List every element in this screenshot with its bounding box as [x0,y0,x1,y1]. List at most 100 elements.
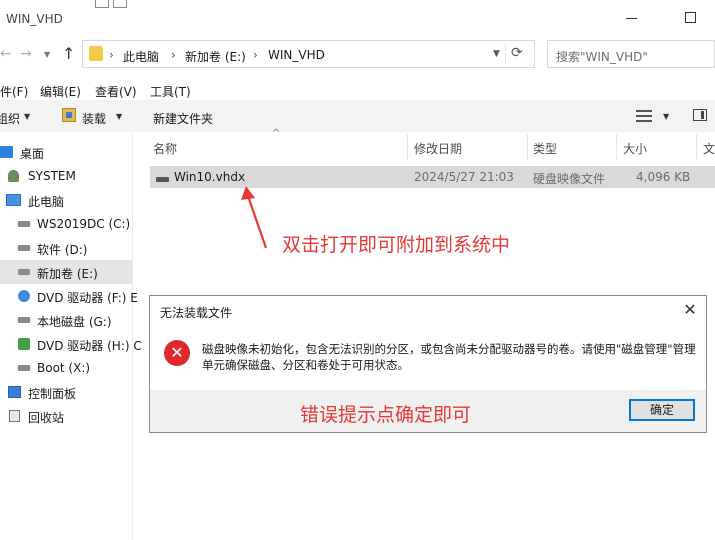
user-icon [8,170,19,182]
dvd-icon [18,338,30,350]
drive-icon [18,365,30,371]
ok-button[interactable]: 确定 [629,399,695,421]
dialog-message: 磁盘映像未初始化，包含无法识别的分区，或包含尚未分配驱动器号的卷。请使用"磁盘管… [202,342,696,372]
divider [505,44,506,64]
column-divider[interactable] [616,134,617,160]
sidebar-item-recycle-bin[interactable]: 回收站 [0,404,133,428]
column-divider[interactable] [407,134,408,160]
title-bar: WIN_VHD [0,0,715,38]
sidebar-item-label: WS2019DC (C:) [37,217,131,231]
annotation-confirm: 错误提示点确定即可 [300,404,472,426]
details-view-icon[interactable] [636,109,652,123]
annotation-double-click: 双击打开即可附加到系统中 [282,234,511,256]
column-header-size[interactable]: 大小 [623,140,647,157]
refresh-icon[interactable]: ⟳ [511,45,523,61]
sidebar-item-label: DVD 驱动器 (F:) E [37,291,138,305]
preview-pane-icon[interactable] [693,109,707,121]
sidebar-item-this-pc[interactable]: 此电脑 [0,188,133,212]
breadcrumb-win-vhd[interactable]: WIN_VHD [268,48,325,62]
mount-icon[interactable] [62,108,76,122]
sidebar-item-boot-x[interactable]: Boot (X:) [0,356,133,380]
file-type: 硬盘映像文件 [533,172,606,186]
column-divider[interactable] [696,134,697,160]
error-icon: ✕ [164,340,190,366]
menu-file[interactable]: 件(F) [0,83,28,100]
sidebar-item-drive-c[interactable]: WS2019DC (C:) [0,212,133,236]
menu-edit[interactable]: 编辑(E) [40,83,81,100]
column-header-name[interactable]: 名称 [153,140,177,157]
sidebar-item-label: 回收站 [28,411,65,425]
sidebar-item-desktop[interactable]: 桌面 [0,140,133,164]
sidebar-item-label: Boot (X:) [37,361,91,375]
sidebar-item-drive-g[interactable]: 本地磁盘 (G:) [0,308,133,332]
back-button[interactable]: ← [0,46,12,62]
sidebar-item-control-panel[interactable]: 控制面板 [0,380,133,404]
menu-tools[interactable]: 工具(T) [150,83,191,100]
menu-view[interactable]: 查看(V) [95,83,137,100]
chevron-down-icon[interactable]: ▼ [663,112,669,121]
quick-access-icon[interactable] [95,0,109,8]
up-button[interactable]: ↑ [62,44,75,63]
sidebar-item-label: 此电脑 [28,195,65,209]
sidebar-item-label: 软件 (D:) [37,243,88,257]
recycle-bin-icon [9,410,20,422]
breadcrumb-volume-e[interactable]: 新加卷 (E:) [185,48,246,65]
dialog-body: ✕ 磁盘映像未初始化，包含无法识别的分区，或包含尚未分配驱动器号的卷。请使用"磁… [150,326,706,390]
file-date: 2024/5/27 21:03 [414,170,514,184]
file-size: 4,096 KB [636,170,691,184]
sidebar-item-drive-e[interactable]: 新加卷 (E:) [0,260,133,284]
address-bar[interactable]: › 此电脑 › 新加卷 (E:) › WIN_VHD ▼ ⟳ [82,40,535,68]
breadcrumb-separator[interactable]: › [109,48,114,62]
toolbar: 组织 ▼ 装载 ▼ 新建文件夹 ▼ [0,100,715,132]
desktop-icon [0,146,13,158]
annotation-arrow [241,186,268,249]
recent-locations-button[interactable]: ▼ [44,50,50,59]
navigation-pane: 桌面 SYSTEM 此电脑 WS2019DC (C:) 软件 (D:) 新加卷 … [0,132,142,540]
column-header-type[interactable]: 类型 [533,140,557,157]
window-title: WIN_VHD [6,12,63,26]
sidebar-item-drive-d[interactable]: 软件 (D:) [0,236,133,260]
breadcrumb-this-pc[interactable]: 此电脑 [123,48,159,65]
chevron-down-icon[interactable]: ▼ [116,112,122,121]
minimize-button[interactable] [620,8,644,28]
chevron-down-icon[interactable]: ▼ [493,49,500,59]
file-row[interactable]: Win10.vhdx 2024/5/27 21:03 硬盘映像文件 4,096 … [150,166,715,188]
sidebar-item-system[interactable]: SYSTEM [0,164,133,188]
organize-button[interactable]: 组织 [0,110,20,127]
sidebar-item-dvd-f[interactable]: DVD 驱动器 (F:) E [0,284,138,308]
mount-button[interactable]: 装载 [82,110,106,127]
sidebar-item-label: 桌面 [20,147,45,161]
sidebar-item-label: SYSTEM [28,169,76,183]
close-icon[interactable]: ✕ [680,300,700,320]
sidebar-item-dvd-h[interactable]: DVD 驱动器 (H:) C [0,332,142,356]
dialog-title: 无法装载文件 [160,306,233,320]
sidebar-item-label: 新加卷 (E:) [37,267,98,281]
drive-icon [18,269,30,275]
control-panel-icon [8,386,21,398]
drive-icon [18,245,30,251]
drive-icon [18,221,30,227]
folder-icon [89,46,103,61]
quick-access-icon[interactable] [113,0,127,8]
vhd-file-icon [156,177,169,182]
search-placeholder: 搜索"WIN_VHD" [556,50,648,64]
computer-icon [6,194,21,206]
dialog-title-bar: 无法装载文件 ✕ [150,296,706,326]
column-header-date[interactable]: 修改日期 [414,140,462,157]
breadcrumb-separator[interactable]: › [253,48,258,62]
new-folder-button[interactable]: 新建文件夹 [153,110,213,127]
chevron-down-icon[interactable]: ▼ [24,112,30,121]
column-divider[interactable] [527,134,528,160]
sidebar-item-label: 控制面板 [28,387,77,401]
maximize-button[interactable] [678,8,702,28]
sidebar-item-label: 本地磁盘 (G:) [37,315,112,329]
breadcrumb-separator[interactable]: › [171,48,176,62]
forward-button[interactable]: → [20,46,32,62]
file-name: Win10.vhdx [174,170,246,184]
search-input[interactable]: 搜索"WIN_VHD" [547,40,715,68]
dvd-icon [18,290,30,302]
sort-indicator-icon: ^ [272,128,281,139]
sidebar-item-label: DVD 驱动器 (H:) C [37,339,142,353]
drive-icon [18,317,30,323]
column-header-more[interactable]: 文 [703,140,715,157]
